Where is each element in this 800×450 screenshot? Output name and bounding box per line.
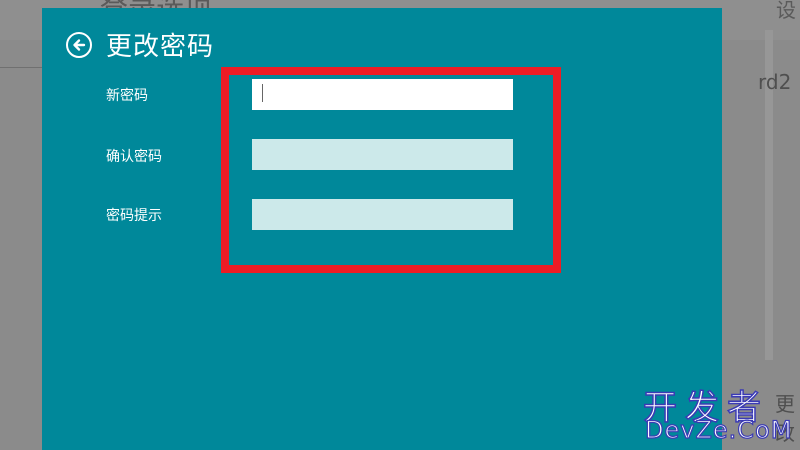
change-password-dialog: 更改密码 新密码 确认密码 密码提示 — [42, 8, 722, 450]
red-highlight-box — [221, 67, 561, 273]
back-arrow-circle-icon — [73, 39, 86, 51]
confirm-password-label: 确认密码 — [106, 149, 162, 165]
background-right-text: rd2 — [758, 70, 792, 94]
new-password-label: 新密码 — [106, 88, 148, 104]
watermark-en: DevZe.CoM — [644, 415, 793, 444]
back-button[interactable] — [66, 32, 92, 58]
password-hint-label: 密码提示 — [106, 208, 162, 224]
background-top-right-text: 设 — [776, 0, 796, 22]
dialog-title: 更改密码 — [106, 32, 215, 62]
background-input — [0, 40, 42, 68]
